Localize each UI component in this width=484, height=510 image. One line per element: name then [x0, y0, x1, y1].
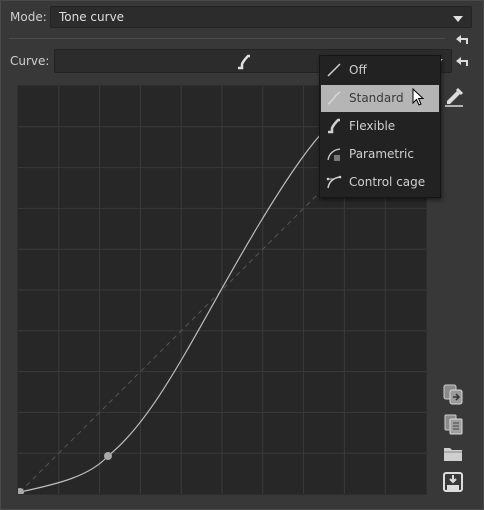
- separator: [9, 38, 445, 39]
- save-icon[interactable]: [442, 471, 464, 493]
- menu-item-label: Standard: [349, 91, 404, 105]
- chevron-down-icon: [453, 16, 463, 22]
- mouse-cursor-icon: [412, 88, 425, 106]
- paste-icon[interactable]: [442, 413, 464, 435]
- menu-item-label: Flexible: [349, 119, 396, 133]
- tone-curve: [19, 120, 334, 493]
- parametric-curve-icon: [327, 148, 341, 161]
- curve-node[interactable]: [104, 452, 112, 460]
- linear-curve-icon: [327, 63, 341, 77]
- curve-type-menu: Off Standard Flexible Parametric Control…: [319, 55, 441, 198]
- mode-combobox[interactable]: Tone curve: [50, 6, 472, 28]
- menu-item-flexible[interactable]: Flexible: [321, 113, 439, 140]
- standard-curve-icon: [327, 91, 341, 105]
- menu-item-label: Control cage: [349, 175, 426, 189]
- control-cage-icon: [326, 175, 342, 189]
- copy-icon[interactable]: [442, 383, 464, 405]
- menu-item-standard[interactable]: Standard: [321, 85, 439, 112]
- menu-item-off[interactable]: Off: [321, 57, 439, 84]
- folder-open-icon[interactable]: [442, 443, 464, 465]
- reset-icon[interactable]: [453, 31, 473, 51]
- color-picker-icon[interactable]: [443, 85, 465, 107]
- reset-icon[interactable]: [453, 53, 473, 73]
- mode-label: Mode:: [10, 10, 47, 24]
- menu-item-parametric[interactable]: Parametric: [321, 141, 439, 168]
- menu-item-control-cage[interactable]: Control cage: [321, 169, 439, 196]
- menu-item-label: Off: [349, 63, 367, 77]
- tone-curve-panel: Mode: Tone curve Curve: Off Standard Fle…: [0, 0, 484, 510]
- menu-item-label: Parametric: [349, 147, 414, 161]
- mode-value: Tone curve: [59, 10, 125, 24]
- curve-label: Curve:: [10, 54, 50, 68]
- flexible-curve-icon: [238, 54, 250, 70]
- flexible-curve-icon: [328, 118, 340, 134]
